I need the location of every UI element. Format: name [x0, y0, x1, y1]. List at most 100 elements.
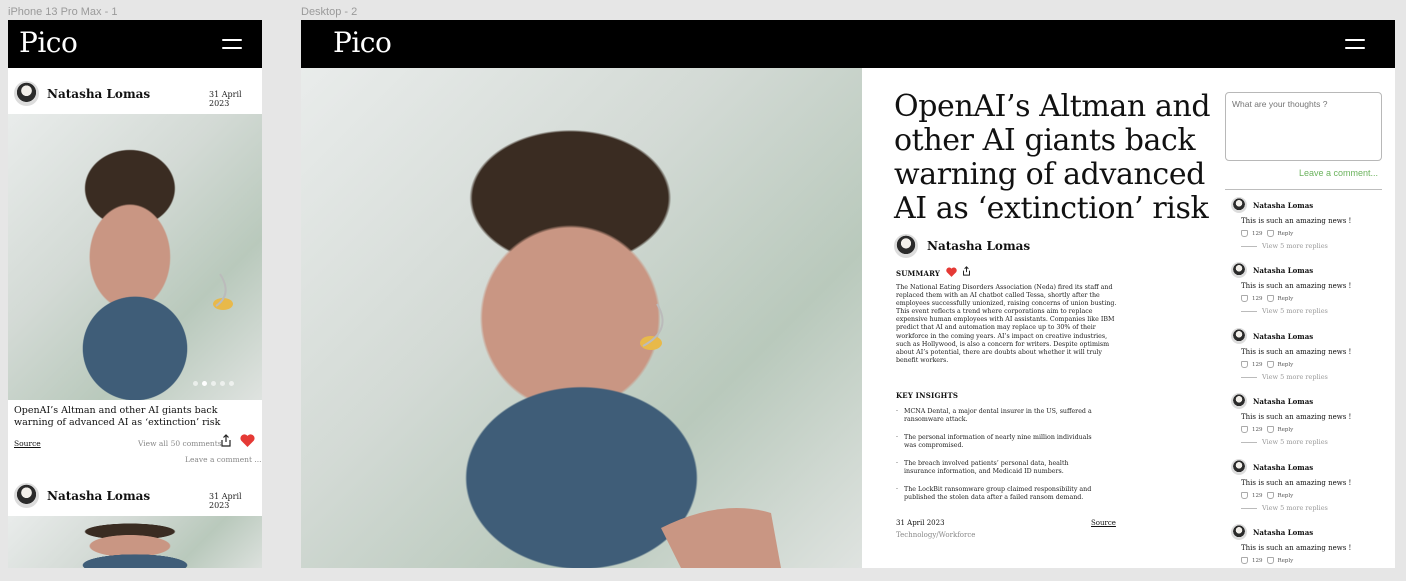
- post-date: 31 April 2023: [209, 90, 242, 108]
- reply-icon[interactable]: [1266, 557, 1274, 564]
- reply-button[interactable]: Reply: [1278, 231, 1294, 237]
- view-more-replies[interactable]: View 5 more replies: [1262, 242, 1328, 250]
- thumbs-up-icon[interactable]: [1241, 295, 1248, 302]
- article-category[interactable]: Technology/Workforce: [896, 531, 975, 539]
- key-insights-list: MCNA Dental, a major dental insurer in t…: [896, 408, 1101, 512]
- mobile-frame-label: iPhone 13 Pro Max - 1: [8, 6, 118, 18]
- reply-button[interactable]: Reply: [1278, 296, 1294, 302]
- source-link[interactable]: Source: [14, 439, 41, 448]
- comment-item: Natasha Lomas This is such an amazing ne…: [1231, 197, 1381, 250]
- comment-text: This is such an amazing news !: [1241, 217, 1352, 225]
- hamburger-menu-icon[interactable]: [1345, 39, 1365, 51]
- like-count: 129: [1252, 295, 1263, 302]
- mobile-header: Pico: [8, 20, 262, 68]
- view-more-replies[interactable]: View 5 more replies: [1262, 373, 1328, 381]
- like-count: 129: [1252, 230, 1263, 237]
- logo[interactable]: Pico: [19, 26, 78, 59]
- heart-icon[interactable]: [946, 267, 957, 277]
- article-title: OpenAI’s Altman and other AI giants back…: [894, 89, 1211, 226]
- author-row: Natasha Lomas: [14, 81, 150, 106]
- comment-item: Natasha Lomas This is such an amazing ne…: [1231, 393, 1381, 446]
- reply-button[interactable]: Reply: [1278, 493, 1294, 499]
- mobile-frame: Pico Natasha Lomas 31 April 2023 OpenAI’…: [8, 20, 262, 568]
- avatar[interactable]: [1231, 459, 1247, 475]
- view-more-replies[interactable]: View 5 more replies: [1262, 504, 1328, 512]
- summary-text: The National Eating Disorders Associatio…: [896, 284, 1117, 364]
- article-image[interactable]: [8, 114, 262, 400]
- thumbs-up-icon[interactable]: [1241, 230, 1248, 237]
- carousel-dot[interactable]: [193, 381, 198, 386]
- comment-author[interactable]: Natasha Lomas: [1253, 266, 1313, 275]
- comment-text: This is such an amazing news !: [1241, 544, 1352, 552]
- carousel-dots[interactable]: [193, 381, 234, 386]
- like-count: 129: [1252, 492, 1263, 499]
- carousel-dot-active[interactable]: [202, 381, 207, 386]
- comment-author[interactable]: Natasha Lomas: [1253, 463, 1313, 472]
- carousel-dot[interactable]: [229, 381, 234, 386]
- hamburger-menu-icon[interactable]: [222, 39, 242, 51]
- author-name[interactable]: Natasha Lomas: [47, 489, 150, 503]
- carousel-dot[interactable]: [220, 381, 225, 386]
- comment-author[interactable]: Natasha Lomas: [1253, 201, 1313, 210]
- comment-author[interactable]: Natasha Lomas: [1253, 397, 1313, 406]
- comment-author[interactable]: Natasha Lomas: [1253, 332, 1313, 341]
- comment-text: This is such an amazing news !: [1241, 348, 1352, 356]
- comment-item: Natasha Lomas This is such an amazing ne…: [1231, 524, 1381, 564]
- article-hero-image: [301, 68, 862, 568]
- comment-item: Natasha Lomas This is such an amazing ne…: [1231, 459, 1381, 512]
- leave-comment-link[interactable]: Leave a comment...: [1299, 168, 1378, 178]
- reply-button[interactable]: Reply: [1278, 362, 1294, 368]
- reply-icon[interactable]: [1266, 295, 1274, 302]
- avatar[interactable]: [1231, 524, 1247, 540]
- avatar[interactable]: [1231, 328, 1247, 344]
- thumbs-up-icon[interactable]: [1241, 492, 1248, 499]
- reply-button[interactable]: Reply: [1278, 427, 1294, 433]
- thumbs-up-icon[interactable]: [1241, 361, 1248, 368]
- share-icon[interactable]: [220, 434, 232, 447]
- comment-text: This is such an amazing news !: [1241, 413, 1352, 421]
- comment-text: This is such an amazing news !: [1241, 479, 1352, 487]
- avatar[interactable]: [14, 483, 39, 508]
- carousel-dot[interactable]: [211, 381, 216, 386]
- avatar[interactable]: [1231, 262, 1247, 278]
- article-caption[interactable]: OpenAI’s Altman and other AI giants back…: [14, 405, 254, 428]
- divider: [1225, 189, 1382, 190]
- key-insights-label: KEY INSIGHTS: [896, 391, 959, 400]
- author-name[interactable]: Natasha Lomas: [927, 239, 1030, 253]
- summary-label: SUMMARY: [896, 269, 941, 278]
- share-icon[interactable]: [962, 266, 971, 276]
- desktop-frame-label: Desktop - 2: [301, 6, 358, 18]
- like-count: 129: [1252, 557, 1263, 564]
- avatar[interactable]: [14, 81, 39, 106]
- source-link[interactable]: Source: [1091, 519, 1116, 527]
- insight-item: MCNA Dental, a major dental insurer in t…: [896, 408, 1101, 424]
- reply-icon[interactable]: [1266, 361, 1274, 368]
- article-image[interactable]: [8, 516, 262, 568]
- like-count: 129: [1252, 426, 1263, 433]
- avatar[interactable]: [1231, 393, 1247, 409]
- reply-icon[interactable]: [1266, 230, 1274, 237]
- insight-item: The breach involved patients’ personal d…: [896, 460, 1101, 476]
- desktop-header: Pico: [301, 20, 1395, 68]
- comment-input[interactable]: [1225, 92, 1382, 161]
- reply-icon[interactable]: [1266, 492, 1274, 499]
- view-more-replies[interactable]: View 5 more replies: [1262, 307, 1328, 315]
- reply-button[interactable]: Reply: [1278, 558, 1294, 564]
- comment-text: This is such an amazing news !: [1241, 282, 1352, 290]
- thumbs-up-icon[interactable]: [1241, 557, 1248, 564]
- author-name[interactable]: Natasha Lomas: [47, 87, 150, 101]
- logo[interactable]: Pico: [333, 26, 392, 59]
- heart-icon[interactable]: [240, 434, 255, 447]
- comment-item: Natasha Lomas This is such an amazing ne…: [1231, 328, 1381, 381]
- comment-author[interactable]: Natasha Lomas: [1253, 528, 1313, 537]
- leave-comment-link[interactable]: Leave a comment ...: [185, 455, 262, 464]
- avatar[interactable]: [1231, 197, 1247, 213]
- view-all-comments-link[interactable]: View all 50 comments: [138, 439, 222, 448]
- desktop-frame: Pico OpenAI’s Altman and other AI giants…: [301, 20, 1395, 568]
- view-more-replies[interactable]: View 5 more replies: [1262, 438, 1328, 446]
- reply-icon[interactable]: [1266, 426, 1274, 433]
- article-date: 31 April 2023: [896, 519, 945, 527]
- author-row: Natasha Lomas: [14, 483, 150, 508]
- thumbs-up-icon[interactable]: [1241, 426, 1248, 433]
- avatar[interactable]: [894, 234, 918, 258]
